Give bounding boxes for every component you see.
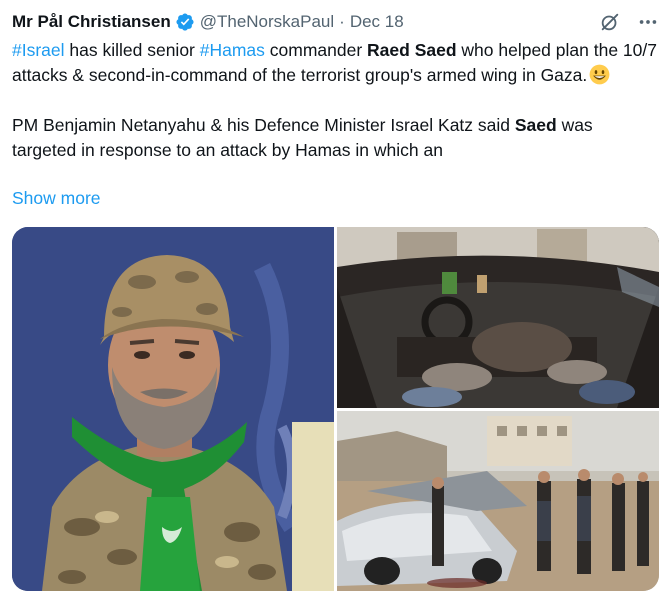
media-grid <box>12 227 659 591</box>
bold-text: Saed <box>514 115 557 135</box>
more-icon[interactable] <box>636 10 660 34</box>
separator-dot: · <box>339 12 345 31</box>
bold-text: Raed Saed <box>367 40 457 60</box>
hashtag-link[interactable]: #Hamas <box>200 40 265 60</box>
text-span: PM Benjamin Netanyahu & his Defence Mini… <box>12 115 515 135</box>
tweet-header: Mr Pål Christiansen @TheNorskaPaul · Dec… <box>12 10 660 34</box>
verified-badge-icon[interactable] <box>175 12 195 32</box>
media-photo-portrait[interactable] <box>12 227 334 591</box>
tweet-date[interactable]: Dec 18 <box>350 12 404 32</box>
tweet-text: #Israel has killed senior #Hamas command… <box>12 38 660 163</box>
tweet-paragraph-1: #Israel has killed senior #Hamas command… <box>12 38 660 88</box>
media-photo-car-interior[interactable] <box>337 227 659 408</box>
author-name[interactable]: Mr Pål Christiansen <box>12 12 171 32</box>
author-handle[interactable]: @TheNorskaPaul <box>200 12 334 32</box>
header-actions <box>598 10 660 34</box>
grinning-face-emoji-icon <box>589 64 610 85</box>
tweet-paragraph-2: PM Benjamin Netanyahu & his Defence Mini… <box>12 113 660 163</box>
hashtag-link[interactable]: #Israel <box>12 40 65 60</box>
show-more-link[interactable]: Show more <box>12 188 101 209</box>
text-span: has killed senior <box>64 40 200 60</box>
media-photo-car-street[interactable] <box>337 411 659 591</box>
text-span: commander <box>264 40 368 60</box>
grok-icon[interactable] <box>598 10 622 34</box>
